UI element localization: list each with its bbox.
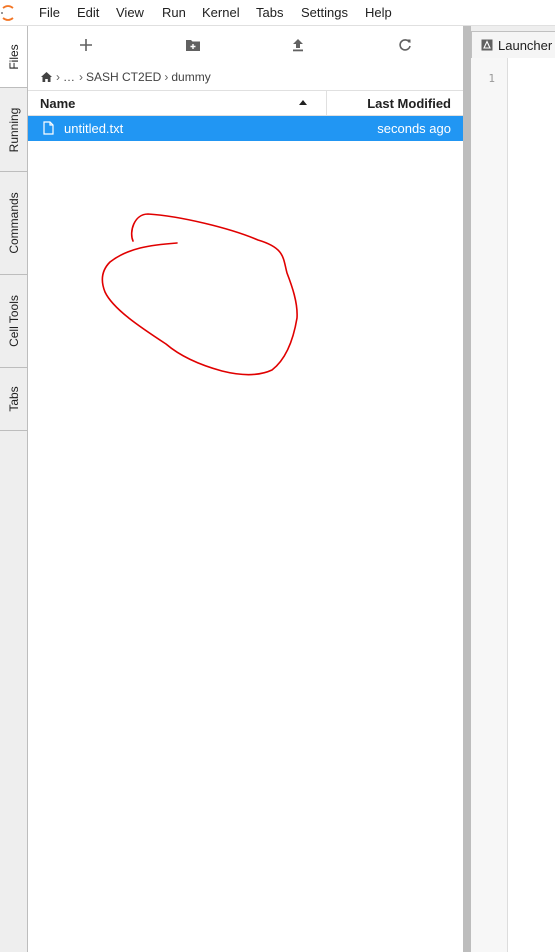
- file-icon: [43, 121, 54, 135]
- new-launcher-button[interactable]: [74, 34, 98, 56]
- editor-code-area[interactable]: [508, 58, 555, 952]
- breadcrumb-item[interactable]: dummy: [171, 70, 210, 84]
- refresh-button[interactable]: [393, 34, 417, 56]
- menu-settings[interactable]: Settings: [301, 5, 348, 20]
- sidetab-running[interactable]: Running: [0, 88, 27, 172]
- left-sidebar-tabs: Files Running Commands Cell Tools Tabs: [0, 26, 28, 952]
- upload-icon: [293, 39, 303, 52]
- breadcrumb-chevron-icon: ›: [79, 70, 83, 84]
- home-icon[interactable]: [40, 71, 53, 83]
- sidetab-files[interactable]: Files: [0, 26, 27, 88]
- sidetab-commands[interactable]: Commands: [0, 172, 27, 275]
- file-browser-panel: › … › SASH CT2ED › dummy Name Last Modif…: [28, 26, 463, 952]
- line-gutter: 1: [471, 58, 508, 952]
- file-row-selected[interactable]: untitled.txt seconds ago: [28, 116, 463, 141]
- jupyter-logo-icon: [1, 5, 14, 21]
- upload-button[interactable]: [286, 34, 310, 56]
- breadcrumb-ellipsis[interactable]: …: [63, 70, 76, 84]
- sidetab-commands-label: Commands: [6, 192, 21, 254]
- menu-help[interactable]: Help: [365, 5, 392, 20]
- panel-splitter[interactable]: [463, 26, 471, 952]
- column-header-name[interactable]: Name: [40, 96, 75, 111]
- sidetab-tabs-label: Tabs: [6, 386, 21, 412]
- sidetab-cell-tools[interactable]: Cell Tools: [0, 275, 27, 368]
- column-header-last-modified[interactable]: Last Modified: [367, 96, 451, 111]
- menu-run[interactable]: Run: [162, 5, 186, 20]
- menu-file[interactable]: File: [39, 5, 60, 20]
- sidetab-files-label: Files: [6, 43, 21, 70]
- new-folder-button[interactable]: [181, 34, 205, 56]
- line-number: 1: [488, 72, 495, 85]
- new-folder-icon: [186, 40, 200, 51]
- file-last-modified: seconds ago: [377, 121, 451, 136]
- listing-header: Name Last Modified: [28, 90, 463, 116]
- file-name: untitled.txt: [64, 121, 124, 136]
- menu-edit[interactable]: Edit: [77, 5, 99, 20]
- sidetab-running-label: Running: [6, 107, 21, 152]
- column-divider[interactable]: [326, 91, 327, 115]
- menu-kernel[interactable]: Kernel: [202, 5, 240, 20]
- launcher-icon: [481, 39, 493, 51]
- refresh-icon: [399, 39, 411, 51]
- menu-tabs[interactable]: Tabs: [256, 5, 283, 20]
- plus-icon: [80, 39, 92, 51]
- sort-ascending-icon: [299, 100, 307, 105]
- sidetab-cell-tools-label: Cell Tools: [6, 295, 21, 347]
- file-browser-toolbar: [28, 26, 463, 62]
- tab-launcher[interactable]: Launcher: [471, 31, 555, 58]
- tab-launcher-label: Launcher: [498, 38, 553, 53]
- breadcrumb-item[interactable]: SASH CT2ED: [86, 70, 161, 84]
- text-editor: 1: [471, 58, 555, 952]
- menu-view[interactable]: View: [116, 5, 144, 20]
- breadcrumb-chevron-icon: ›: [164, 70, 169, 84]
- menu-bar: File Edit View Run Kernel Tabs Settings …: [0, 0, 555, 26]
- sidetab-tabs[interactable]: Tabs: [0, 368, 27, 431]
- breadcrumb: › … › SASH CT2ED › dummy: [40, 68, 211, 86]
- breadcrumb-chevron-icon: ›: [56, 70, 60, 84]
